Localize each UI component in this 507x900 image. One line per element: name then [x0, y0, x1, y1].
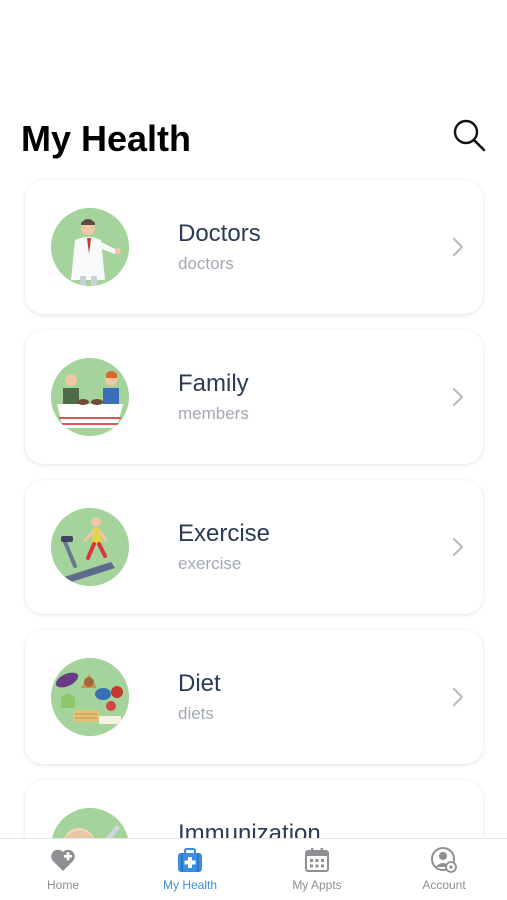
page-title: My Health — [21, 118, 192, 159]
chevron-right-icon — [452, 237, 464, 257]
tab-label: Account — [422, 878, 466, 892]
category-card-family[interactable]: Family members — [25, 330, 483, 464]
tab-bar: Home My Health My Appts Account — [0, 838, 507, 900]
category-card-immunization[interactable]: Immunization — [25, 780, 483, 838]
calendar-icon — [305, 848, 329, 872]
chevron-right-icon — [452, 687, 464, 707]
tab-label: My Health — [162, 878, 218, 892]
tab-label: Home — [46, 878, 79, 892]
category-subtitle: members — [178, 404, 249, 423]
tab-my-appts[interactable]: My Appts — [254, 839, 380, 900]
search-icon[interactable] — [452, 118, 488, 154]
tab-label: My Appts — [292, 878, 342, 892]
category-title: Doctors — [178, 220, 261, 247]
category-card-doctors[interactable]: Doctors doctors — [25, 180, 483, 314]
category-title: Diet — [178, 670, 221, 697]
baby-vaccine-illustration-icon — [51, 808, 129, 838]
doctor-illustration-icon — [51, 208, 129, 286]
category-subtitle: doctors — [178, 254, 234, 273]
chevron-right-icon — [452, 387, 464, 407]
tab-my-health[interactable]: My Health — [127, 839, 253, 900]
category-card-exercise[interactable]: Exercise exercise — [25, 480, 483, 614]
treadmill-illustration-icon — [51, 508, 129, 586]
category-title: Exercise — [178, 520, 271, 547]
category-subtitle: exercise — [178, 554, 242, 573]
category-card-diet[interactable]: Diet diets — [25, 630, 483, 764]
family-illustration-icon — [51, 358, 129, 436]
chevron-right-icon — [452, 537, 464, 557]
medical-kit-icon — [178, 848, 202, 872]
tab-account[interactable]: Account — [381, 839, 507, 900]
category-title: Family — [178, 370, 249, 397]
category-title: Immunization — [178, 820, 321, 838]
account-settings-icon — [431, 847, 457, 873]
category-subtitle: diets — [178, 704, 214, 723]
heart-plus-icon — [51, 849, 75, 871]
tab-home[interactable]: Home — [0, 839, 126, 900]
food-illustration-icon — [51, 658, 129, 736]
